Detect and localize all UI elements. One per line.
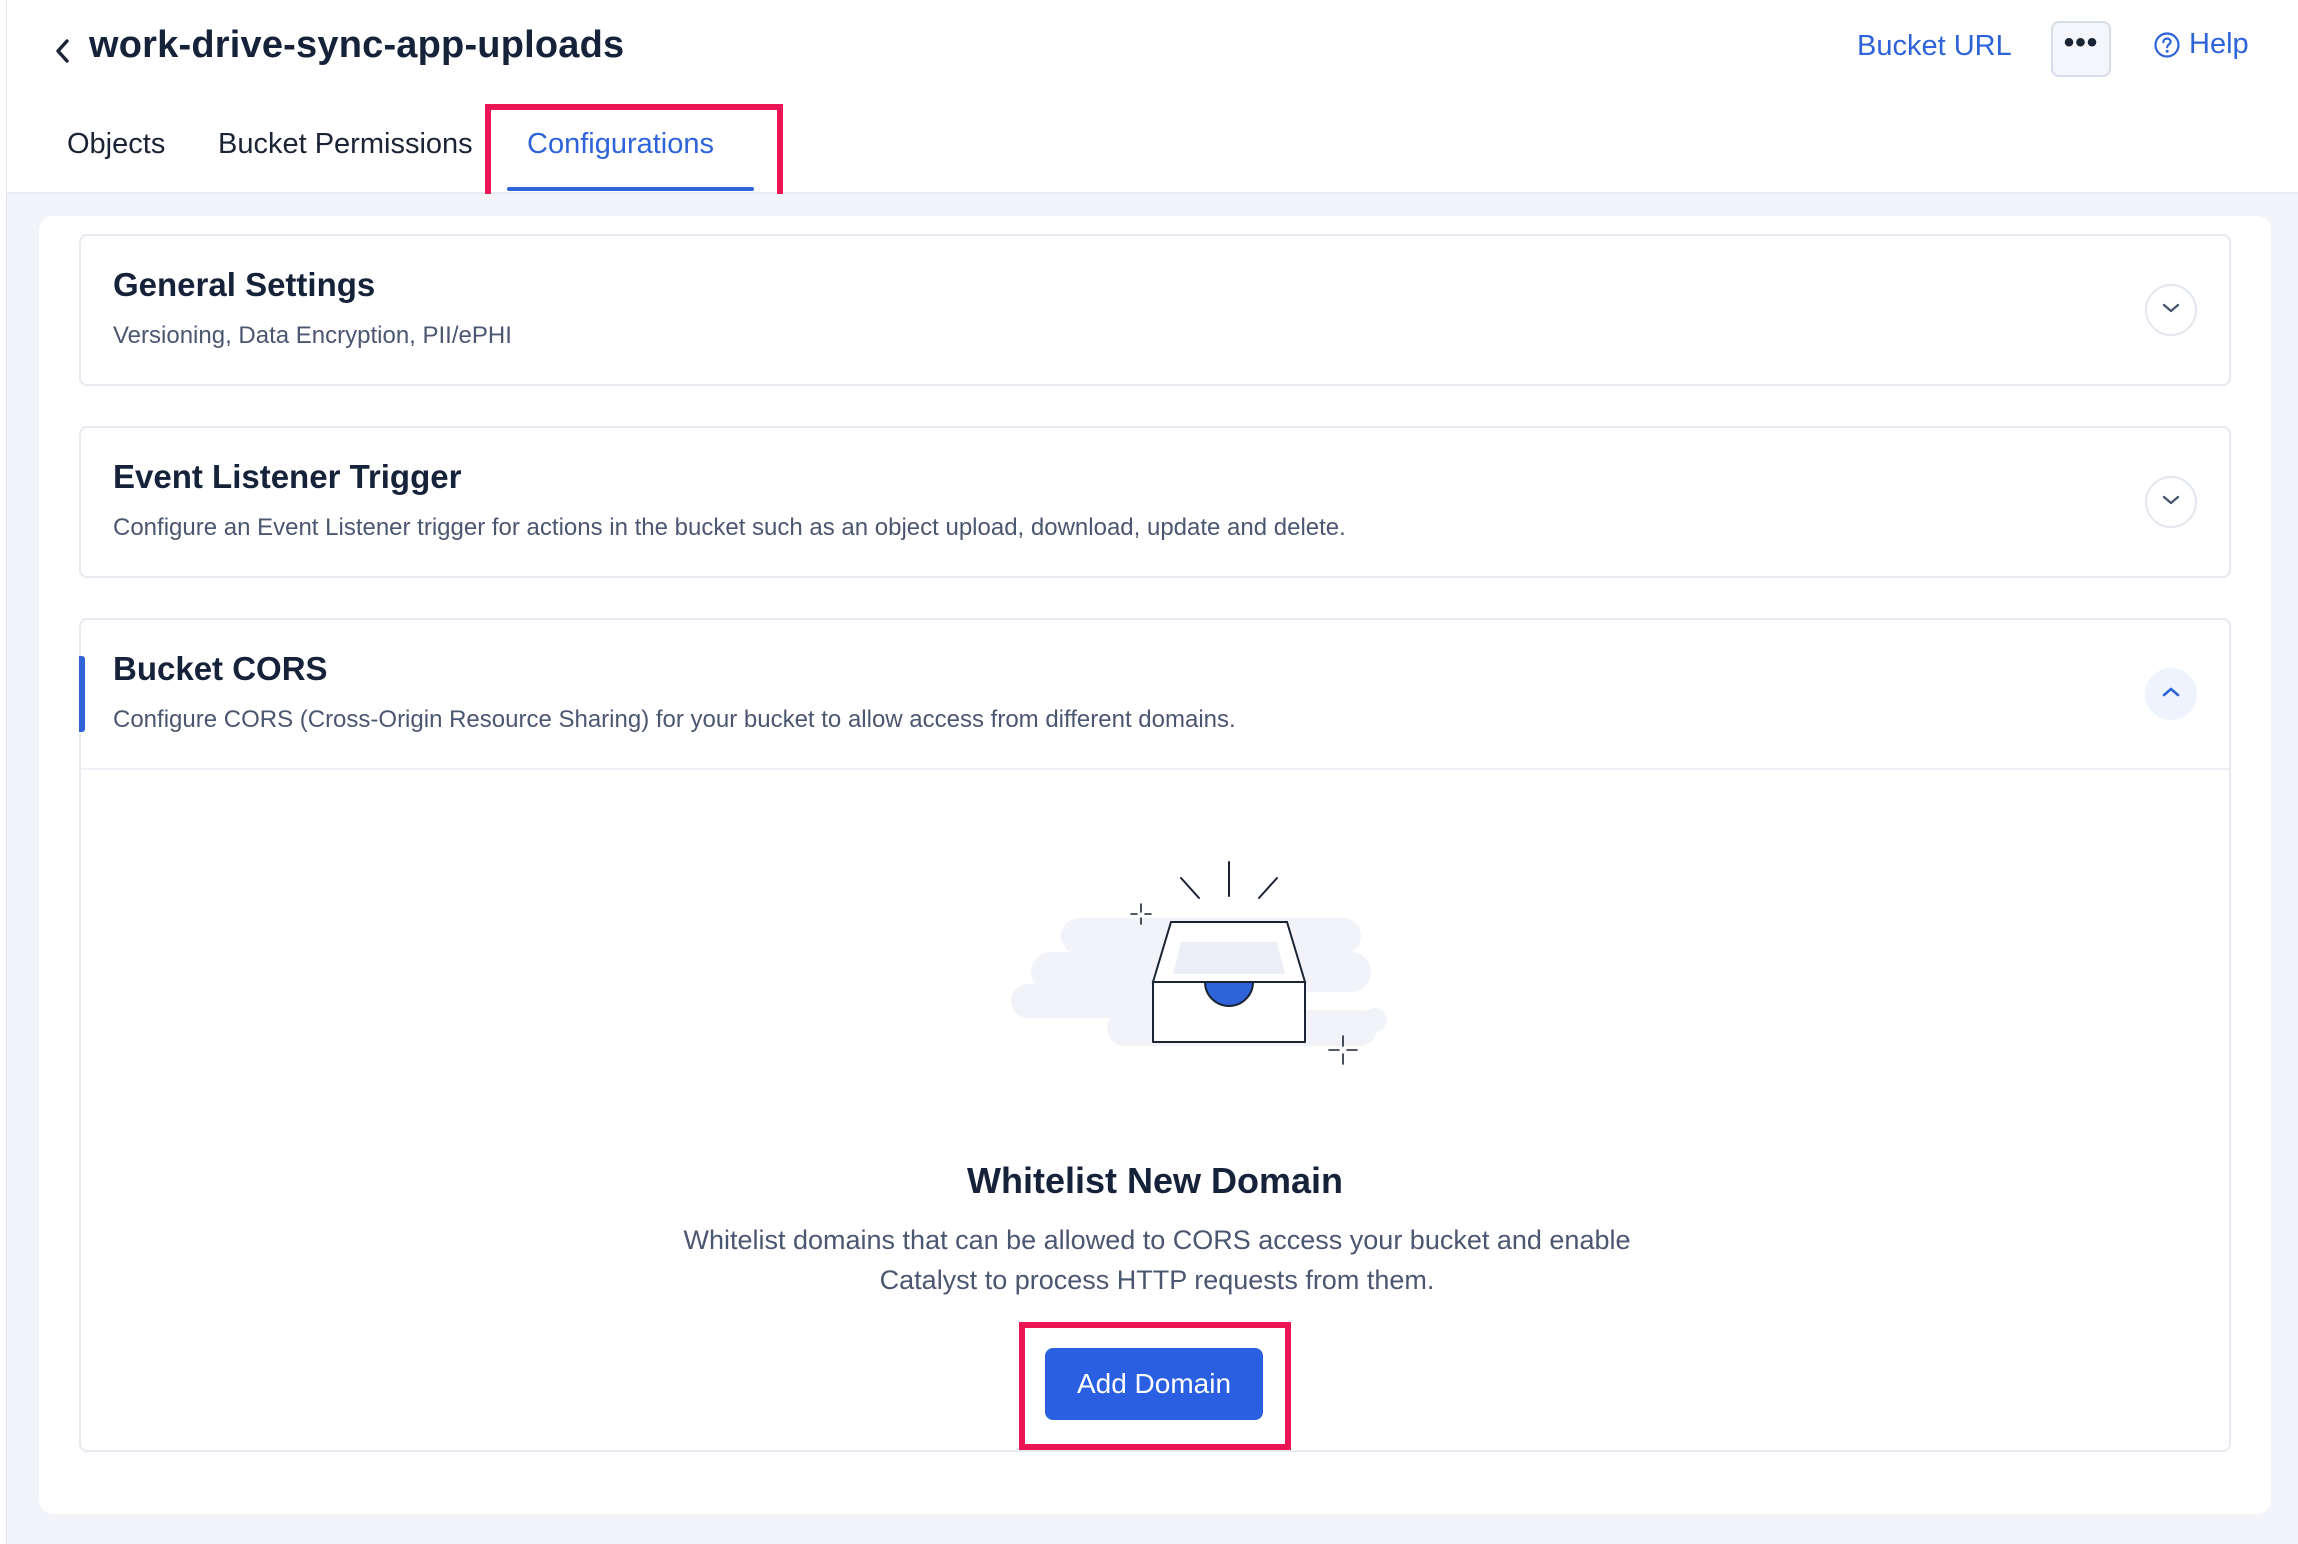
event-listener-trigger-section[interactable]: Event Listener Trigger Configure an Even… bbox=[79, 426, 2231, 578]
section-divider bbox=[81, 768, 2229, 770]
help-label: Help bbox=[2189, 28, 2249, 60]
question-circle-icon bbox=[2153, 31, 2181, 59]
chevron-up-icon bbox=[2161, 685, 2181, 703]
page-header: work-drive-sync-app-uploads Bucket URL •… bbox=[7, 0, 2298, 216]
ellipsis-icon: ••• bbox=[2063, 26, 2099, 59]
section-title: Bucket CORS bbox=[113, 650, 328, 687]
empty-state-title: Whitelist New Domain bbox=[966, 1160, 1344, 1201]
active-tab-indicator bbox=[507, 187, 754, 191]
bucket-cors-section: Bucket CORS Configure CORS (Cross-Origin… bbox=[79, 618, 2231, 1452]
app-window: work-drive-sync-app-uploads Bucket URL •… bbox=[6, 0, 2298, 1544]
expand-general-settings-button[interactable] bbox=[2145, 284, 2197, 336]
section-description: Versioning, Data Encryption, PII/ePHI bbox=[113, 322, 512, 349]
configurations-panel: General Settings Versioning, Data Encryp… bbox=[39, 216, 2271, 1514]
general-settings-section[interactable]: General Settings Versioning, Data Encryp… bbox=[79, 234, 2231, 386]
chevron-down-icon bbox=[2161, 493, 2181, 511]
tab-bucket-permissions[interactable]: Bucket Permissions bbox=[218, 128, 473, 161]
empty-inbox-tray-illustration bbox=[1011, 860, 1411, 1100]
help-link[interactable]: Help bbox=[2153, 28, 2249, 61]
more-options-button[interactable]: ••• bbox=[2051, 21, 2111, 77]
tab-objects[interactable]: Objects bbox=[67, 128, 165, 161]
content-area: General Settings Versioning, Data Encryp… bbox=[7, 194, 2298, 1544]
bucket-url-link[interactable]: Bucket URL bbox=[1857, 30, 2012, 63]
section-title: General Settings bbox=[113, 266, 376, 303]
active-section-accent bbox=[79, 656, 85, 732]
back-chevron-icon[interactable] bbox=[49, 34, 77, 68]
section-description: Configure CORS (Cross-Origin Resource Sh… bbox=[113, 706, 1236, 733]
expand-event-listener-button[interactable] bbox=[2145, 476, 2197, 528]
section-description: Configure an Event Listener trigger for … bbox=[113, 514, 1346, 541]
chevron-down-icon bbox=[2161, 301, 2181, 319]
add-domain-button[interactable]: Add Domain bbox=[1045, 1348, 1263, 1420]
section-title: Event Listener Trigger bbox=[113, 458, 462, 495]
collapse-bucket-cors-button[interactable] bbox=[2145, 668, 2197, 720]
page-title: work-drive-sync-app-uploads bbox=[89, 24, 625, 66]
tab-configurations[interactable]: Configurations bbox=[527, 128, 714, 161]
empty-state-description: Whitelist domains that can be allowed to… bbox=[683, 1225, 1631, 1295]
